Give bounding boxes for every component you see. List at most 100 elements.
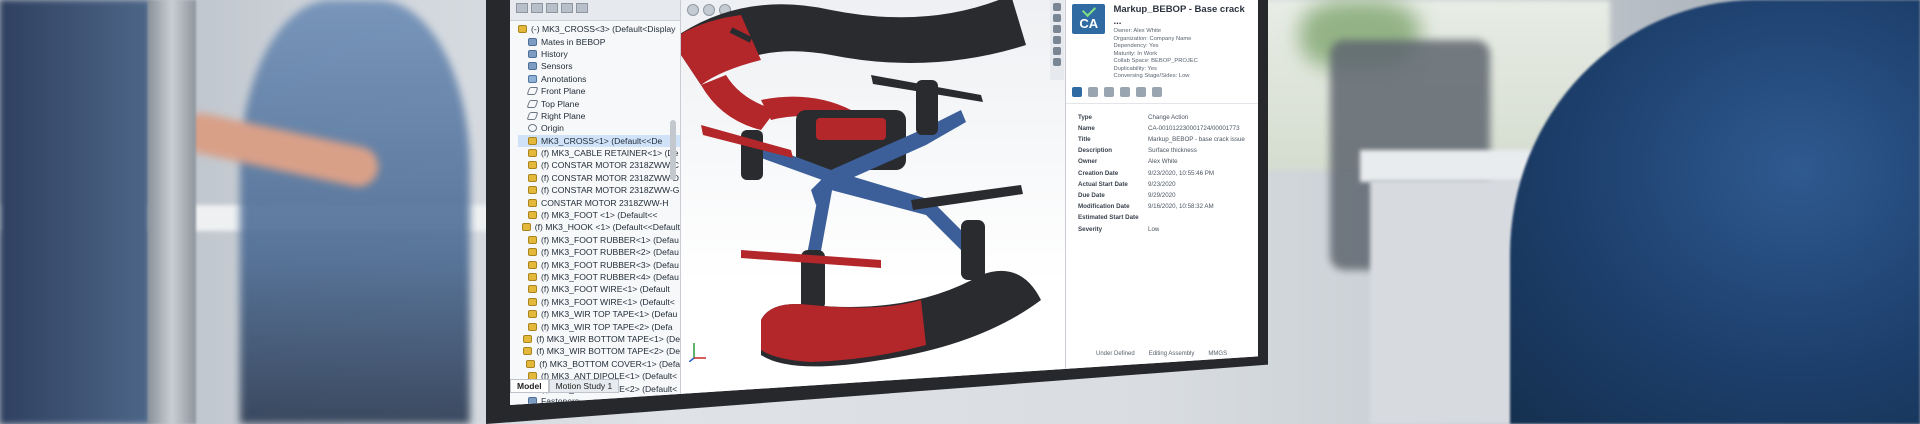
tree-item-label: Right Plane: [541, 110, 586, 121]
tree-item[interactable]: Mates in BEBOP: [518, 35, 680, 47]
part-icon: [528, 248, 537, 257]
feature-tree-icon[interactable]: [516, 3, 528, 13]
display-manager-icon[interactable]: [576, 3, 588, 13]
folder-icon: [528, 49, 537, 58]
part-icon: [528, 260, 537, 269]
tree-item[interactable]: MK3_CROSS<1> (Default<<De: [518, 134, 680, 147]
part-icon: [526, 359, 536, 368]
property-value: Surface thickness: [1148, 147, 1197, 155]
part-icon: [528, 198, 537, 207]
task-pane-tabs: [1050, 0, 1064, 80]
plane-icon: [526, 87, 539, 96]
tree-item[interactable]: (f) MK3_WIR TOP TAPE<2> (Defa: [518, 320, 680, 332]
tree-item[interactable]: (f) MK3_FOOT WIRE<1> (Default<: [518, 296, 680, 308]
graphics-viewport[interactable]: [681, 0, 1065, 405]
part-icon: [528, 211, 537, 220]
tree-item-label: (-) MK3_CROSS<3> (Default<Display: [531, 24, 676, 35]
tree-tabs: Model Motion Study 1: [510, 379, 620, 393]
configuration-icon[interactable]: [546, 3, 558, 13]
search-icon[interactable]: [1053, 58, 1061, 66]
tree-item[interactable]: (f) MK3_FOOT RUBBER<3> (Defau: [518, 258, 680, 270]
plane-icon: [526, 111, 539, 120]
tree-item[interactable]: Sensors: [518, 60, 680, 72]
library-icon[interactable]: [1053, 14, 1061, 22]
tree-item[interactable]: (f) MK3_WIR TOP TAPE<1> (Defau: [518, 308, 680, 320]
person-standing: [240, 0, 470, 424]
property-label: Type: [1078, 113, 1092, 121]
approvals-icon[interactable]: [1104, 86, 1114, 97]
part-icon: [523, 334, 533, 343]
tree-item-label: (f) CONSTAR MOTOR 2318ZWW-G: [541, 185, 680, 196]
tree-item[interactable]: (f) CONSTAR MOTOR 2318ZWW-D: [518, 172, 680, 184]
tab-motion-study[interactable]: Motion Study 1: [548, 379, 620, 393]
property-manager-icon[interactable]: [531, 3, 543, 13]
tree-item-label: (f) MK3_WIR TOP TAPE<2> (Defa: [541, 321, 673, 332]
tree-item[interactable]: (f) MK3_BOTTOM COVER<1> (Defa: [518, 358, 680, 370]
tab-model[interactable]: Model: [510, 379, 549, 393]
status-mode: Editing Assembly: [1148, 351, 1195, 357]
axis-triad-icon: [689, 343, 706, 362]
property-row: Creation Date 9/23/2020, 10:55:46 PM: [1078, 168, 1253, 179]
feature-manager-tree: (-) MK3_CROSS<3> (Default<Display Mates i…: [510, 0, 681, 405]
tree-item[interactable]: CONSTAR MOTOR 2318ZWW-H: [518, 196, 680, 208]
tree-item-label: (f) MK3_WIR BOTTOM TAPE<2> (De: [536, 346, 680, 357]
tree-item-label: Front Plane: [541, 86, 586, 97]
settings-icon[interactable]: [1152, 86, 1162, 97]
folder-icon: [528, 62, 537, 71]
property-label: Owner: [1078, 158, 1098, 166]
property-label: Actual Start Date: [1078, 180, 1128, 188]
property-label: Estimated Start Date: [1078, 214, 1139, 222]
tree-item[interactable]: (f) MK3_FOOT RUBBER<4> (Defau: [518, 271, 680, 283]
person-left: [0, 0, 150, 424]
panel-header-text: Markup_BEBOP - Base crack ... Owner: Ale…: [1113, 4, 1253, 81]
tree-item[interactable]: Front Plane: [518, 85, 680, 97]
tree-item[interactable]: History: [518, 48, 680, 60]
tree-item[interactable]: (-) MK3_CROSS<3> (Default<Display: [518, 23, 680, 35]
drone-3d-model[interactable]: [681, 0, 1065, 405]
tree-scrollbar[interactable]: [670, 120, 676, 180]
appearance-icon[interactable]: [1053, 25, 1061, 33]
tree-item[interactable]: (f) CONSTAR MOTOR 2318ZWW-G: [518, 184, 680, 196]
tree-item[interactable]: Origin: [518, 122, 680, 134]
part-icon: [528, 297, 537, 306]
tree-item[interactable]: (f) MK3_FOOT RUBBER<1> (Defau: [518, 234, 680, 246]
part-icon: [528, 161, 537, 170]
tree-item[interactable]: (f) CONSTAR MOTOR 2318ZWW-C: [518, 159, 680, 171]
properties-list: Type Change Action Name CA-001012230001724/…: [1066, 104, 1258, 235]
tree-item[interactable]: Top Plane: [518, 97, 680, 109]
collaboration-icon[interactable]: [1053, 47, 1061, 55]
custom-properties-icon[interactable]: [1053, 36, 1061, 44]
panel-title[interactable]: Markup_BEBOP - Base crack ...: [1113, 4, 1253, 28]
tree-item[interactable]: (f) MK3_HOOK <1> (Default<<Default: [518, 221, 680, 233]
tree-item-label: (f) MK3_FOOT <1> (Default<<: [541, 210, 658, 221]
history-icon[interactable]: [1120, 86, 1130, 97]
tree-item[interactable]: (f) MK3_WIR BOTTOM TAPE<1> (De: [518, 333, 680, 345]
tree-item[interactable]: (f) MK3_FOOT WIRE<1> (Default: [518, 283, 680, 295]
property-label: Description: [1078, 147, 1113, 155]
property-value: 9/23/2020: [1148, 180, 1176, 188]
tree-item[interactable]: Right Plane: [518, 110, 680, 122]
members-icon[interactable]: [1088, 86, 1098, 97]
note-icon: [528, 74, 537, 83]
tree-item[interactable]: (f) MK3_WIR BOTTOM TAPE<2> (De: [518, 345, 680, 357]
property-row: Modification Date 9/16/2020, 10:58:32 AM: [1078, 201, 1253, 212]
property-value: 9/29/2020: [1148, 191, 1176, 199]
tree-item-label: (f) MK3_WIR BOTTOM TAPE<1> (De: [536, 333, 680, 344]
home-icon[interactable]: [1053, 3, 1061, 11]
tree-item-label: (f) CONSTAR MOTOR 2318ZWW-C: [541, 160, 679, 171]
tree-item-label: (f) CONSTAR MOTOR 2318ZWW-D: [541, 172, 679, 183]
tree-item[interactable]: Annotations: [518, 73, 680, 85]
glass-partition-pole: [148, 0, 196, 424]
tree-item[interactable]: (f) MK3_CABLE RETAINER<1> (De: [518, 147, 680, 159]
panel-meta-dependency: Dependency: Yes: [1113, 43, 1159, 49]
dimxpert-icon[interactable]: [561, 3, 573, 13]
tree-item[interactable]: (f) MK3_FOOT <1> (Default<<: [518, 209, 680, 221]
tree-item-label: (f) MK3_FOOT RUBBER<4> (Defau: [541, 272, 679, 282]
tree-item[interactable]: (f) MK3_FOOT RUBBER<2> (Defau: [518, 246, 680, 258]
part-icon: [528, 136, 537, 145]
properties-icon[interactable]: [1072, 86, 1082, 97]
drone-arm-blue: [811, 170, 981, 260]
attachment-icon[interactable]: [1136, 86, 1146, 97]
tree-item-label: History: [541, 48, 568, 59]
tree-item-label: Top Plane: [541, 98, 580, 109]
